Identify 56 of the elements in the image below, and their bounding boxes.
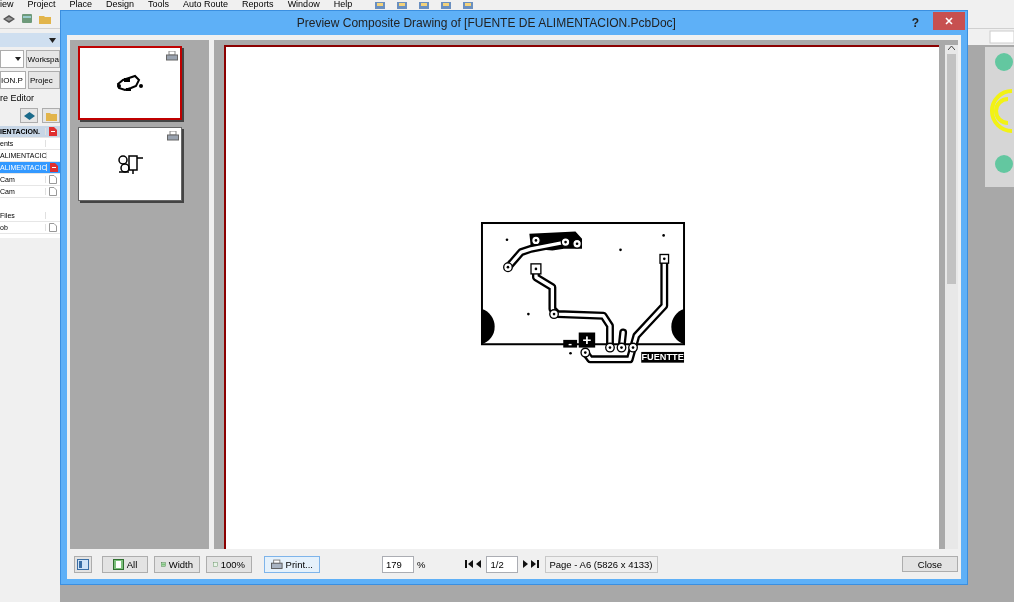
page-thumbnail[interactable] (78, 46, 182, 120)
project-button[interactable]: Projec (28, 71, 60, 89)
previous-page-icon[interactable] (475, 560, 482, 568)
percent-label: % (417, 558, 426, 570)
first-page-icon[interactable] (465, 560, 474, 568)
server-icon[interactable] (20, 12, 34, 25)
menu-item[interactable]: Tools (148, 0, 170, 9)
printer-icon (271, 558, 283, 570)
dialog-title: Preview Composite Drawing of [FUENTE DE ALIMENTACION.PcbDoc] (295, 16, 677, 30)
editor-label: re Editor (0, 93, 35, 103)
workspace-button[interactable]: Workspa (25, 50, 60, 68)
folder-icon (45, 110, 57, 121)
caret-icon (14, 57, 21, 61)
printer-icon (167, 131, 179, 141)
panel-icon (77, 558, 89, 570)
last-page-icon[interactable] (531, 560, 540, 568)
page-thumbnail[interactable] (78, 127, 182, 201)
page-info: Page - A6 (5826 x 4133) (545, 555, 659, 573)
menu-item[interactable]: iew (0, 0, 14, 9)
project-field[interactable]: ION.P (0, 71, 26, 89)
close-icon (945, 17, 953, 25)
workspace-dropdown[interactable] (0, 50, 24, 68)
caret-icon[interactable] (49, 37, 56, 43)
layers-icon (23, 110, 35, 121)
page-field[interactable]: 1/2 (486, 555, 519, 573)
zoom-button[interactable]: 100% (206, 555, 252, 573)
zoom-field[interactable]: 179 (382, 555, 414, 573)
menu-item[interactable]: Window (287, 0, 320, 9)
menu-item[interactable]: Project (27, 0, 56, 9)
board-preview-drawing (115, 72, 145, 94)
printer-icon (166, 51, 178, 61)
board-label: FUENTTE (640, 352, 684, 363)
menu-item[interactable]: Auto Route (183, 0, 229, 9)
panel-toggle-button[interactable] (74, 555, 92, 573)
help-button[interactable]: ? (911, 16, 919, 30)
scroll-thumb[interactable] (947, 54, 956, 284)
menu-item[interactable]: Help (333, 0, 353, 9)
page-icon (112, 558, 124, 570)
scrollbar[interactable] (945, 45, 958, 549)
document-icon (49, 127, 58, 136)
menu-item[interactable]: Design (106, 0, 135, 9)
print-button[interactable]: Print... (264, 555, 320, 573)
layers-icon[interactable] (2, 12, 16, 25)
menu-item[interactable]: Reports (242, 0, 274, 9)
zoom-button[interactable]: Width (154, 555, 200, 573)
toolbar-button[interactable] (20, 108, 38, 123)
document-icon (49, 163, 58, 172)
next-page-icon[interactable] (523, 560, 530, 568)
close-button[interactable]: Close (902, 556, 958, 572)
menu-item[interactable]: Place (69, 0, 93, 9)
plus-label: + (582, 331, 591, 349)
minus-label: - (567, 336, 572, 349)
zoom-button[interactable]: All (102, 555, 148, 573)
scroll-up-icon[interactable] (948, 45, 955, 50)
board-preview-drawing (115, 152, 145, 176)
close-button[interactable] (933, 12, 965, 30)
